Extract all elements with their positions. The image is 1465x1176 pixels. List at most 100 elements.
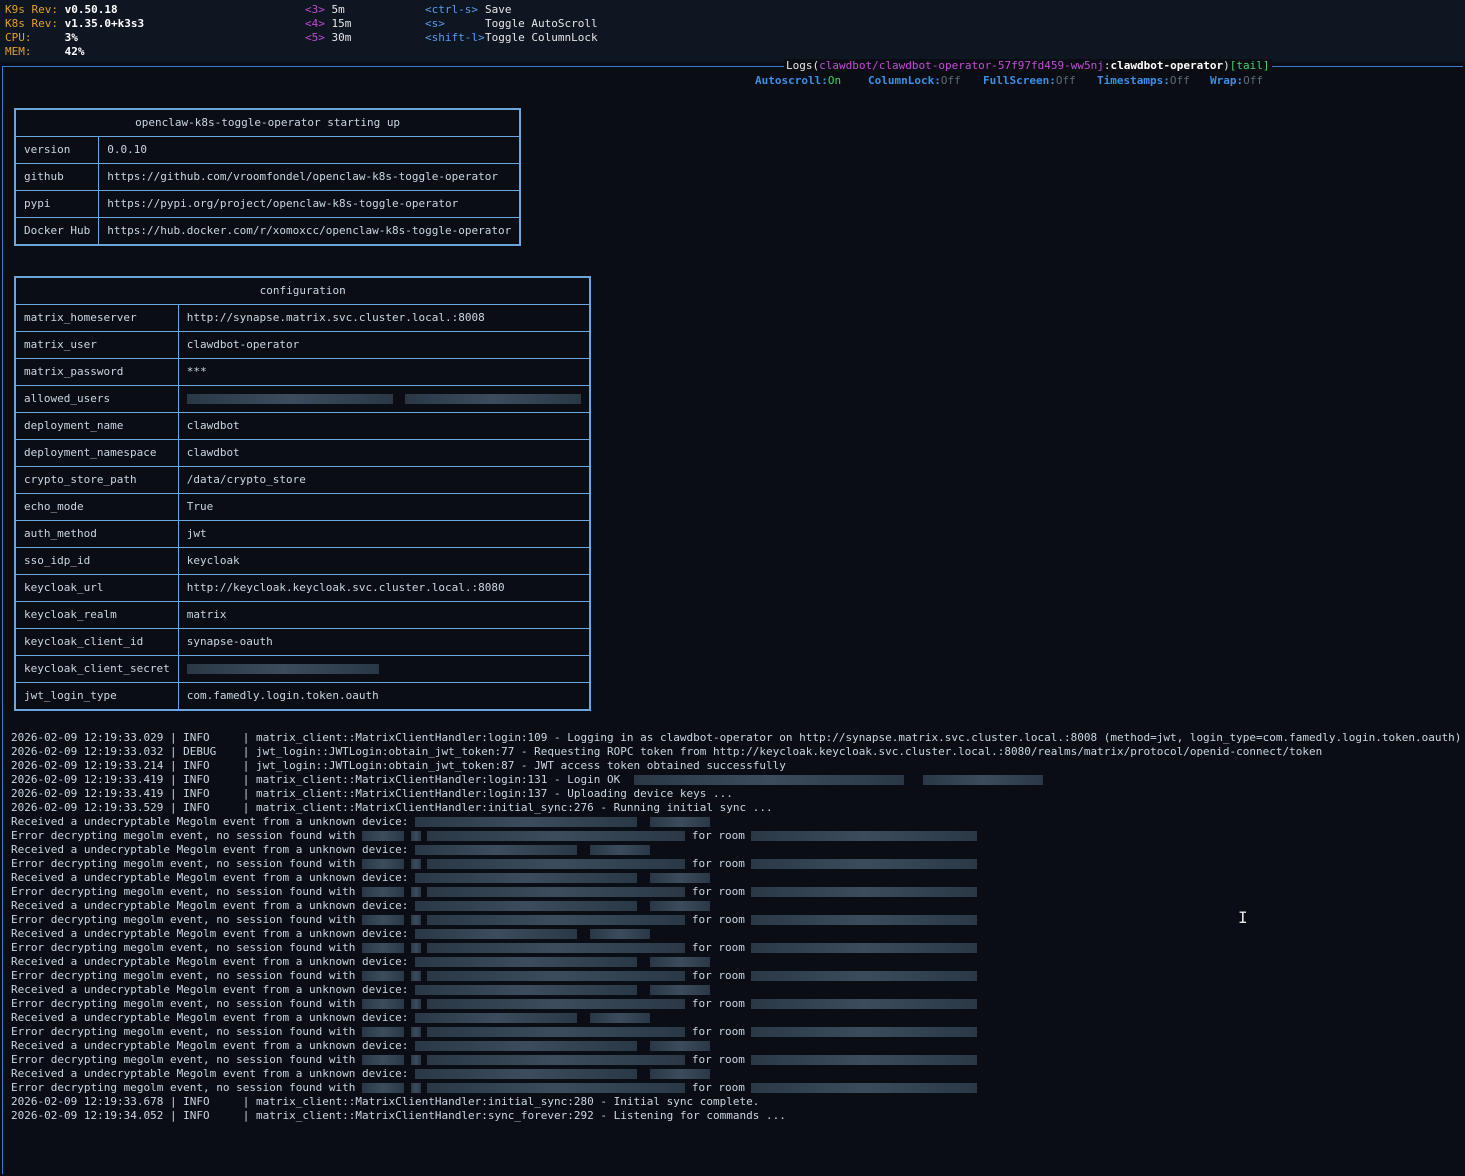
table-row: keycloak_realm matrix	[14, 601, 591, 629]
cell-value: ***	[177, 358, 591, 386]
logs-title: Logs(clawdbot/clawdbot-operator-57f97fd4…	[784, 59, 1272, 73]
cell-value: synapse-oauth	[177, 628, 591, 656]
shortcut-key: <5>	[305, 31, 325, 44]
shortcut-label: 5m	[331, 3, 345, 16]
shortcut-action-2[interactable]: <shift-l>Toggle ColumnLock	[425, 31, 598, 45]
log-text: Received a undecryptable Megolm event fr…	[11, 1039, 409, 1052]
log-text: Error decrypting megolm event, no sessio…	[11, 941, 356, 954]
log-text: Error decrypting megolm event, no sessio…	[11, 857, 356, 870]
shortcut-time-1[interactable]: <4> 15m	[305, 17, 351, 31]
flag-name: Timestamps:	[1097, 74, 1170, 87]
shortcut-time-2[interactable]: <5> 30m	[305, 31, 351, 45]
megolm-error-line: Error decrypting megolm event, no sessio…	[11, 1081, 978, 1095]
shortcut-label: Toggle ColumnLock	[485, 31, 598, 44]
megolm-error-line: Error decrypting megolm event, no sessio…	[11, 941, 978, 955]
log-text: Error decrypting megolm event, no sessio…	[11, 969, 356, 982]
flag-autoscroll: Autoscroll:On	[755, 74, 841, 88]
megolm-received-line: Received a undecryptable Megolm event fr…	[11, 1067, 711, 1081]
megolm-error-line: Error decrypting megolm event, no sessio…	[11, 1025, 978, 1039]
cell-key: keycloak_realm	[14, 601, 179, 629]
cell-value: https://github.com/vroomfondel/openclaw-…	[98, 163, 521, 191]
cell-value	[177, 655, 591, 683]
log-text: Error decrypting megolm event, no sessio…	[11, 829, 356, 842]
cell-value: clawdbot-operator	[177, 331, 591, 359]
megolm-error-line: Error decrypting megolm event, no sessio…	[11, 997, 978, 1011]
log-text: for room	[691, 885, 745, 898]
table-caption-row: openclaw-k8s-toggle-operator starting up	[14, 108, 521, 137]
shortcut-label: 30m	[331, 31, 352, 44]
k9s-header: K9s Rev: v0.50.18 K8s Rev: v1.35.0+k3s3 …	[0, 0, 1465, 62]
shortcut-key: <4>	[305, 17, 325, 30]
flag-columnlock: ColumnLock:Off	[868, 74, 961, 88]
table-row: deployment_namespace clawdbot	[14, 439, 591, 467]
log-text: for room	[691, 941, 745, 954]
log-text: Received a undecryptable Megolm event fr…	[11, 1011, 409, 1024]
cell-key: echo_mode	[14, 493, 179, 521]
k9s-rev: K9s Rev: v0.50.18	[5, 3, 118, 16]
flag-value: Off	[1055, 74, 1076, 87]
shortcut-key: <3>	[305, 3, 325, 16]
log-text: Received a undecryptable Megolm event fr…	[11, 1067, 409, 1080]
shortcut-label: Toggle AutoScroll	[485, 17, 598, 30]
cell-key: pypi	[14, 190, 100, 218]
cell-key: deployment_name	[14, 412, 179, 440]
cell-key: keycloak_url	[14, 574, 179, 602]
table-row: jwt_login_type com.famedly.login.token.oa…	[14, 682, 591, 711]
table-caption: openclaw-k8s-toggle-operator starting up	[14, 108, 521, 137]
table-row: echo_mode True	[14, 493, 591, 521]
config-table: configuration matrix_homeserver http://syn…	[14, 276, 592, 711]
cell-value: com.famedly.login.token.oauth	[177, 682, 591, 711]
cell-key: deployment_namespace	[14, 439, 179, 467]
log-text: for room	[691, 829, 745, 842]
shortcut-action-0[interactable]: <ctrl-s> Save	[425, 3, 512, 17]
flag-name: Autoscroll:	[755, 74, 828, 87]
table-row: matrix_homeserver http://synapse.matrix.s…	[14, 304, 591, 332]
log-text: Received a undecryptable Megolm event fr…	[11, 955, 409, 968]
cell-value: clawdbot	[177, 439, 591, 467]
megolm-received-line: Received a undecryptable Megolm event fr…	[11, 843, 651, 857]
log-text: Error decrypting megolm event, no sessio…	[11, 1081, 356, 1094]
flag-name: Wrap:	[1210, 74, 1244, 87]
table-row: keycloak_client_secret	[14, 655, 591, 683]
table-row: sso_idp_id keycloak	[14, 547, 591, 575]
table-row: matrix_user clawdbot-operator	[14, 331, 591, 359]
log-line: 2026-02-09 12:19:33.419 | INFO | matrix_…	[11, 773, 1044, 787]
log-line: 2026-02-09 12:19:33.529 | INFO | matrix_…	[11, 801, 773, 814]
log-line: 2026-02-09 12:19:33.214 | INFO | jwt_log…	[11, 759, 786, 772]
table-row: matrix_password ***	[14, 358, 591, 386]
log-text: for room	[691, 913, 745, 926]
table-row: keycloak_client_id synapse-oauth	[14, 628, 591, 656]
shortcut-key: <ctrl-s>	[425, 3, 478, 16]
cell-key: keycloak_client_secret	[14, 655, 179, 683]
log-text: Error decrypting megolm event, no sessio…	[11, 885, 356, 898]
cell-key: jwt_login_type	[14, 682, 179, 711]
log-text: Received a undecryptable Megolm event fr…	[11, 899, 409, 912]
log-text: for room	[691, 1081, 745, 1094]
megolm-received-line: Received a undecryptable Megolm event fr…	[11, 871, 711, 885]
text-cursor-icon: I	[1238, 908, 1248, 927]
flag-value: On	[827, 74, 842, 87]
flag-name: ColumnLock:	[868, 74, 941, 87]
megolm-received-line: Received a undecryptable Megolm event fr…	[11, 983, 711, 997]
shortcut-time-0[interactable]: <3> 5m	[305, 3, 345, 17]
cell-key: version	[14, 136, 100, 164]
table-row: version 0.0.10	[14, 136, 521, 164]
table-row: keycloak_url http://keycloak.keycloak.svc…	[14, 574, 591, 602]
log-text: for room	[691, 1025, 745, 1038]
table-row: allowed_users	[14, 385, 591, 413]
table-row: crypto_store_path/data/crypto_store	[14, 466, 591, 494]
flag-name: FullScreen:	[983, 74, 1056, 87]
log-text: Error decrypting megolm event, no sessio…	[11, 997, 356, 1010]
shortcut-action-1[interactable]: <s> Toggle AutoScroll	[425, 17, 598, 31]
megolm-error-line: Error decrypting megolm event, no sessio…	[11, 1053, 978, 1067]
cell-value: keycloak	[177, 547, 591, 575]
flag-wrap: Wrap:Off	[1210, 74, 1263, 88]
log-line: 2026-02-09 12:19:33.419 | INFO | matrix_…	[11, 787, 733, 800]
log-text: Received a undecryptable Megolm event fr…	[11, 927, 409, 940]
cell-key: matrix_homeserver	[14, 304, 179, 332]
megolm-error-line: Error decrypting megolm event, no sessio…	[11, 969, 978, 983]
log-text: Received a undecryptable Megolm event fr…	[11, 983, 409, 996]
megolm-received-line: Received a undecryptable Megolm event fr…	[11, 815, 711, 829]
log-text: for room	[691, 997, 745, 1010]
log-line: 2026-02-09 12:19:34.052 | INFO | matrix_…	[11, 1109, 786, 1122]
